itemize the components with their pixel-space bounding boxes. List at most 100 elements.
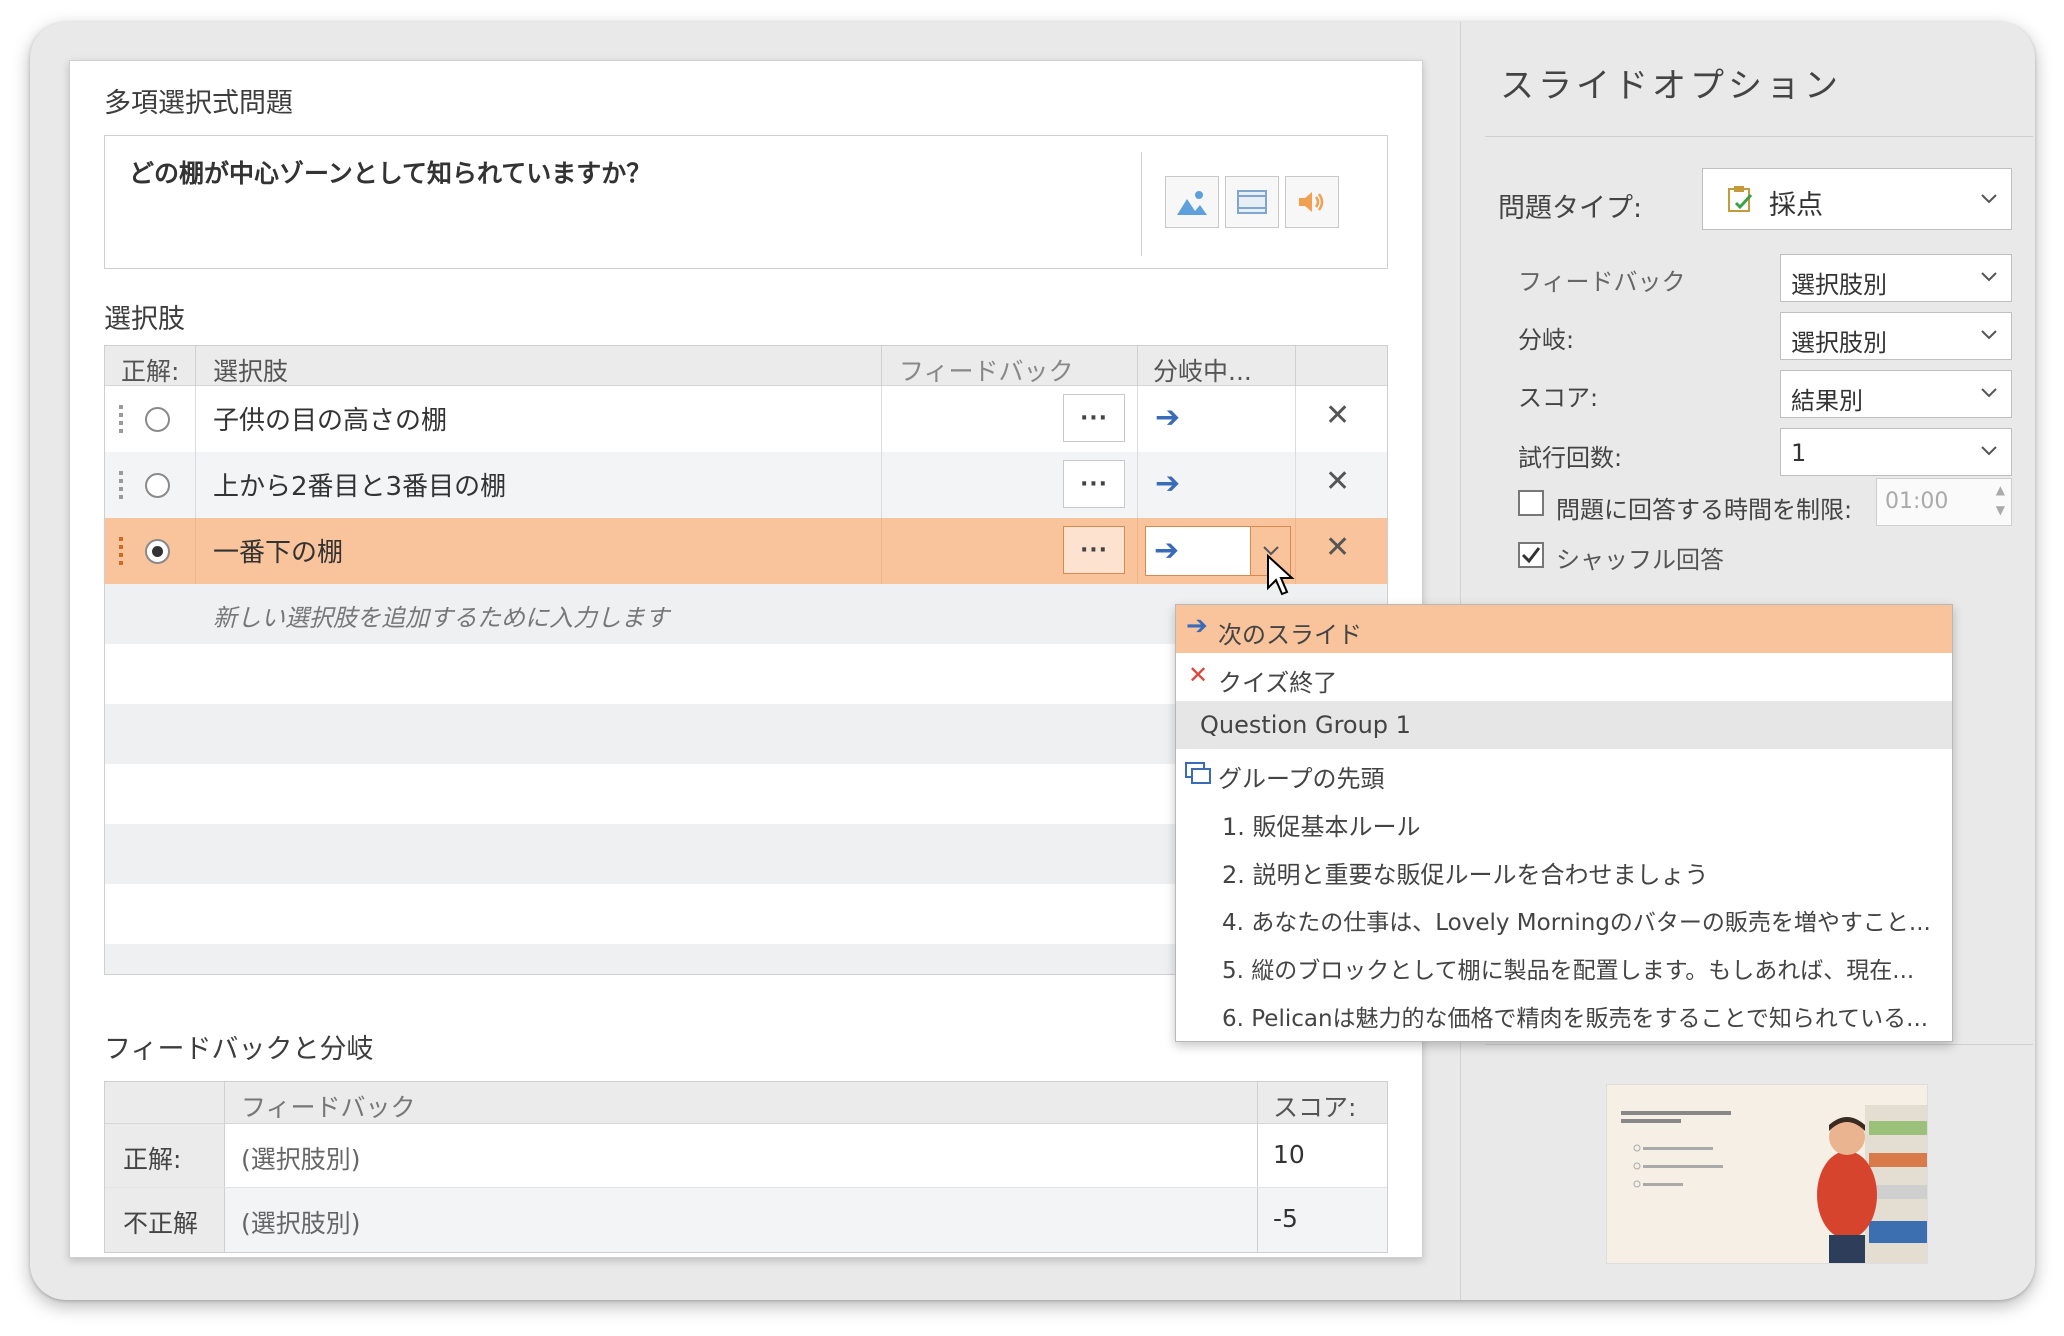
menu-item-slide[interactable]: 1. 販促基本ルール (1176, 797, 1952, 845)
score-value[interactable]: -5 (1273, 1204, 1298, 1233)
arrow-right-icon: ➔ (1155, 400, 1181, 435)
question-type-select[interactable]: 採点 (1702, 168, 2012, 230)
score-value[interactable]: 10 (1273, 1140, 1305, 1169)
incorrect-feedback-row[interactable]: 不正解 (選択肢別) -5 (105, 1188, 1387, 1252)
question-text[interactable]: どの棚が中心ゾーンとして知られていますか？ (129, 154, 651, 190)
group-label: Question Group 1 (1200, 711, 1411, 739)
score-select[interactable]: 結果別 (1780, 370, 2012, 418)
feedback-select[interactable]: 選択肢別 (1780, 254, 2012, 302)
time-limit-field[interactable]: 01:00 ▲ ▼ (1876, 478, 2012, 526)
menu-item-slide[interactable]: 5. 縦のブロックとして棚に製品を配置します。もしあれば、現在... (1176, 941, 1952, 989)
drag-handle-icon[interactable] (119, 537, 123, 565)
attempts-select[interactable]: 1 (1780, 428, 2012, 476)
menu-item-end-quiz[interactable]: ✕ クイズ終了 (1176, 653, 1952, 701)
header-score: スコア: (1273, 1093, 1357, 1122)
menu-item-slide[interactable]: 6. Pelicanは魅力的な価格で精肉を販売をすることで知られている... (1176, 989, 1952, 1037)
time-limit-checkbox[interactable] (1518, 490, 1544, 516)
arrow-right-icon: ➔ (1154, 533, 1180, 568)
menu-item-slide[interactable]: 2. 説明と重要な販促ルールを合わせましょう (1176, 845, 1952, 893)
choices-section-label: 選択肢 (104, 304, 185, 335)
branching-label: 分岐: (1518, 326, 1575, 354)
insert-audio-button[interactable] (1285, 176, 1339, 228)
arrow-right-icon: ➔ (1186, 611, 1208, 641)
feedback-value[interactable]: (選択肢別) (241, 1204, 361, 1240)
question-type-label: 問題タイプ: (1498, 193, 1643, 224)
correct-radio[interactable] (145, 473, 170, 498)
feedback-label: フィードバック (1518, 268, 1686, 296)
correct-radio-checked[interactable] (145, 539, 170, 564)
feedback-value: 選択肢別 (1791, 271, 1887, 299)
app-window: 多項選択式問題 どの棚が中心ゾーンとして知られていますか？ 選択肢 正解: 選択… (30, 22, 2035, 1300)
delete-choice-button[interactable]: ✕ (1325, 530, 1350, 565)
shuffle-label: シャッフル回答 (1556, 546, 1724, 574)
header-branching: 分岐中... (1153, 357, 1252, 386)
chevron-down-icon (1981, 194, 1997, 204)
menu-item-slide[interactable]: 4. あなたの仕事は、Lovely Morningのバターの販売を増やすこと..… (1176, 893, 1952, 941)
checkmark-icon (1521, 547, 1541, 564)
question-type-value: 採点 (1769, 190, 1823, 221)
correct-feedback-row[interactable]: 正解: (選択肢別) 10 (105, 1124, 1387, 1188)
header-correct: 正解: (121, 357, 180, 386)
menu-group-header: Question Group 1 (1176, 701, 1952, 749)
delete-choice-button[interactable]: ✕ (1325, 464, 1350, 499)
branching-select[interactable]: 選択肢別 (1780, 312, 2012, 360)
menu-item-label: 4. あなたの仕事は、Lovely Morningのバターの販売を増やすこと..… (1222, 910, 1931, 936)
spin-up-icon[interactable]: ▲ (1996, 483, 2005, 497)
menu-item-label: 1. 販促基本ルール (1222, 813, 1421, 841)
divider (1141, 152, 1142, 256)
spin-down-icon[interactable]: ▼ (1996, 503, 2005, 517)
correct-radio[interactable] (145, 407, 170, 432)
x-icon: ✕ (1188, 661, 1209, 689)
attempts-label: 試行回数: (1518, 444, 1623, 472)
shuffle-checkbox[interactable] (1518, 542, 1544, 568)
question-box[interactable]: どの棚が中心ゾーンとして知られていますか？ (104, 135, 1388, 269)
drag-handle-icon[interactable] (119, 405, 123, 433)
time-limit-value: 01:00 (1885, 489, 1949, 514)
branching-value: 選択肢別 (1791, 329, 1887, 357)
feedback-button[interactable]: ··· (1063, 460, 1125, 508)
question-section-label: 多項選択式問題 (104, 88, 293, 119)
choice-row[interactable]: 子供の目の高さの棚 ··· ➔ ✕ (105, 386, 1387, 452)
speaker-icon (1299, 192, 1324, 212)
menu-item-label: クイズ終了 (1218, 669, 1338, 697)
feedback-branching-table: フィードバック スコア: 正解: (選択肢別) 10 不正解 (選択肢別) -5 (104, 1081, 1388, 1253)
feedback-table-header: フィードバック スコア: (105, 1082, 1387, 1124)
graded-icon (1728, 186, 1753, 212)
menu-item-label: グループの先頭 (1218, 765, 1385, 793)
choice-row[interactable]: 上から2番目と3番目の棚 ··· ➔ ✕ (105, 452, 1387, 518)
slide-options-title: スライドオプション (1500, 66, 1842, 106)
choice-text[interactable]: 一番下の棚 (213, 532, 343, 569)
score-value: 結果別 (1791, 387, 1863, 415)
time-limit-label: 問題に回答する時間を制限: (1556, 496, 1853, 524)
choice-row-selected[interactable]: 一番下の棚 ··· ➔ ✕ (105, 518, 1387, 584)
divider (1485, 136, 2033, 137)
feedback-button[interactable]: ··· (1063, 526, 1125, 574)
new-choice-placeholder[interactable]: 新しい選択肢を追加するために入力します (213, 598, 669, 633)
header-choice: 選択肢 (213, 357, 289, 386)
mouse-cursor-icon (1267, 554, 1295, 596)
insert-picture-button[interactable] (1165, 176, 1219, 228)
feedback-value[interactable]: (選択肢別) (241, 1140, 361, 1176)
picture-icon (1177, 191, 1207, 215)
menu-item-label: 2. 説明と重要な販促ルールを合わせましょう (1222, 861, 1709, 889)
choice-text[interactable]: 子供の目の高さの棚 (213, 400, 447, 437)
insert-video-button[interactable] (1225, 176, 1279, 228)
menu-item-next-slide[interactable]: ➔ 次のスライド (1176, 605, 1952, 653)
menu-item-group-start[interactable]: グループの先頭 (1176, 749, 1952, 797)
score-label: スコア: (1518, 384, 1599, 412)
video-icon (1237, 190, 1267, 214)
branching-dropdown-menu: ➔ 次のスライド ✕ クイズ終了 Question Group 1 グループの先… (1175, 604, 1953, 1042)
choice-text[interactable]: 上から2番目と3番目の棚 (213, 466, 506, 503)
chevron-down-icon (1981, 388, 1997, 398)
chevron-down-icon (1981, 272, 1997, 282)
feedback-button[interactable]: ··· (1063, 394, 1125, 442)
drag-handle-icon[interactable] (119, 471, 123, 499)
slides-icon (1185, 762, 1211, 784)
slide-thumbnail[interactable] (1606, 1084, 1928, 1264)
menu-item-label: 次のスライド (1218, 621, 1362, 649)
menu-item-label: 5. 縦のブロックとして棚に製品を配置します。もしあれば、現在... (1222, 958, 1915, 984)
menu-item-label: 6. Pelicanは魅力的な価格で精肉を販売をすることで知られている... (1222, 1006, 1929, 1032)
choices-table-header: 正解: 選択肢 フィードバック 分岐中... (105, 346, 1387, 386)
delete-choice-button[interactable]: ✕ (1325, 398, 1350, 433)
arrow-right-icon: ➔ (1155, 466, 1181, 501)
